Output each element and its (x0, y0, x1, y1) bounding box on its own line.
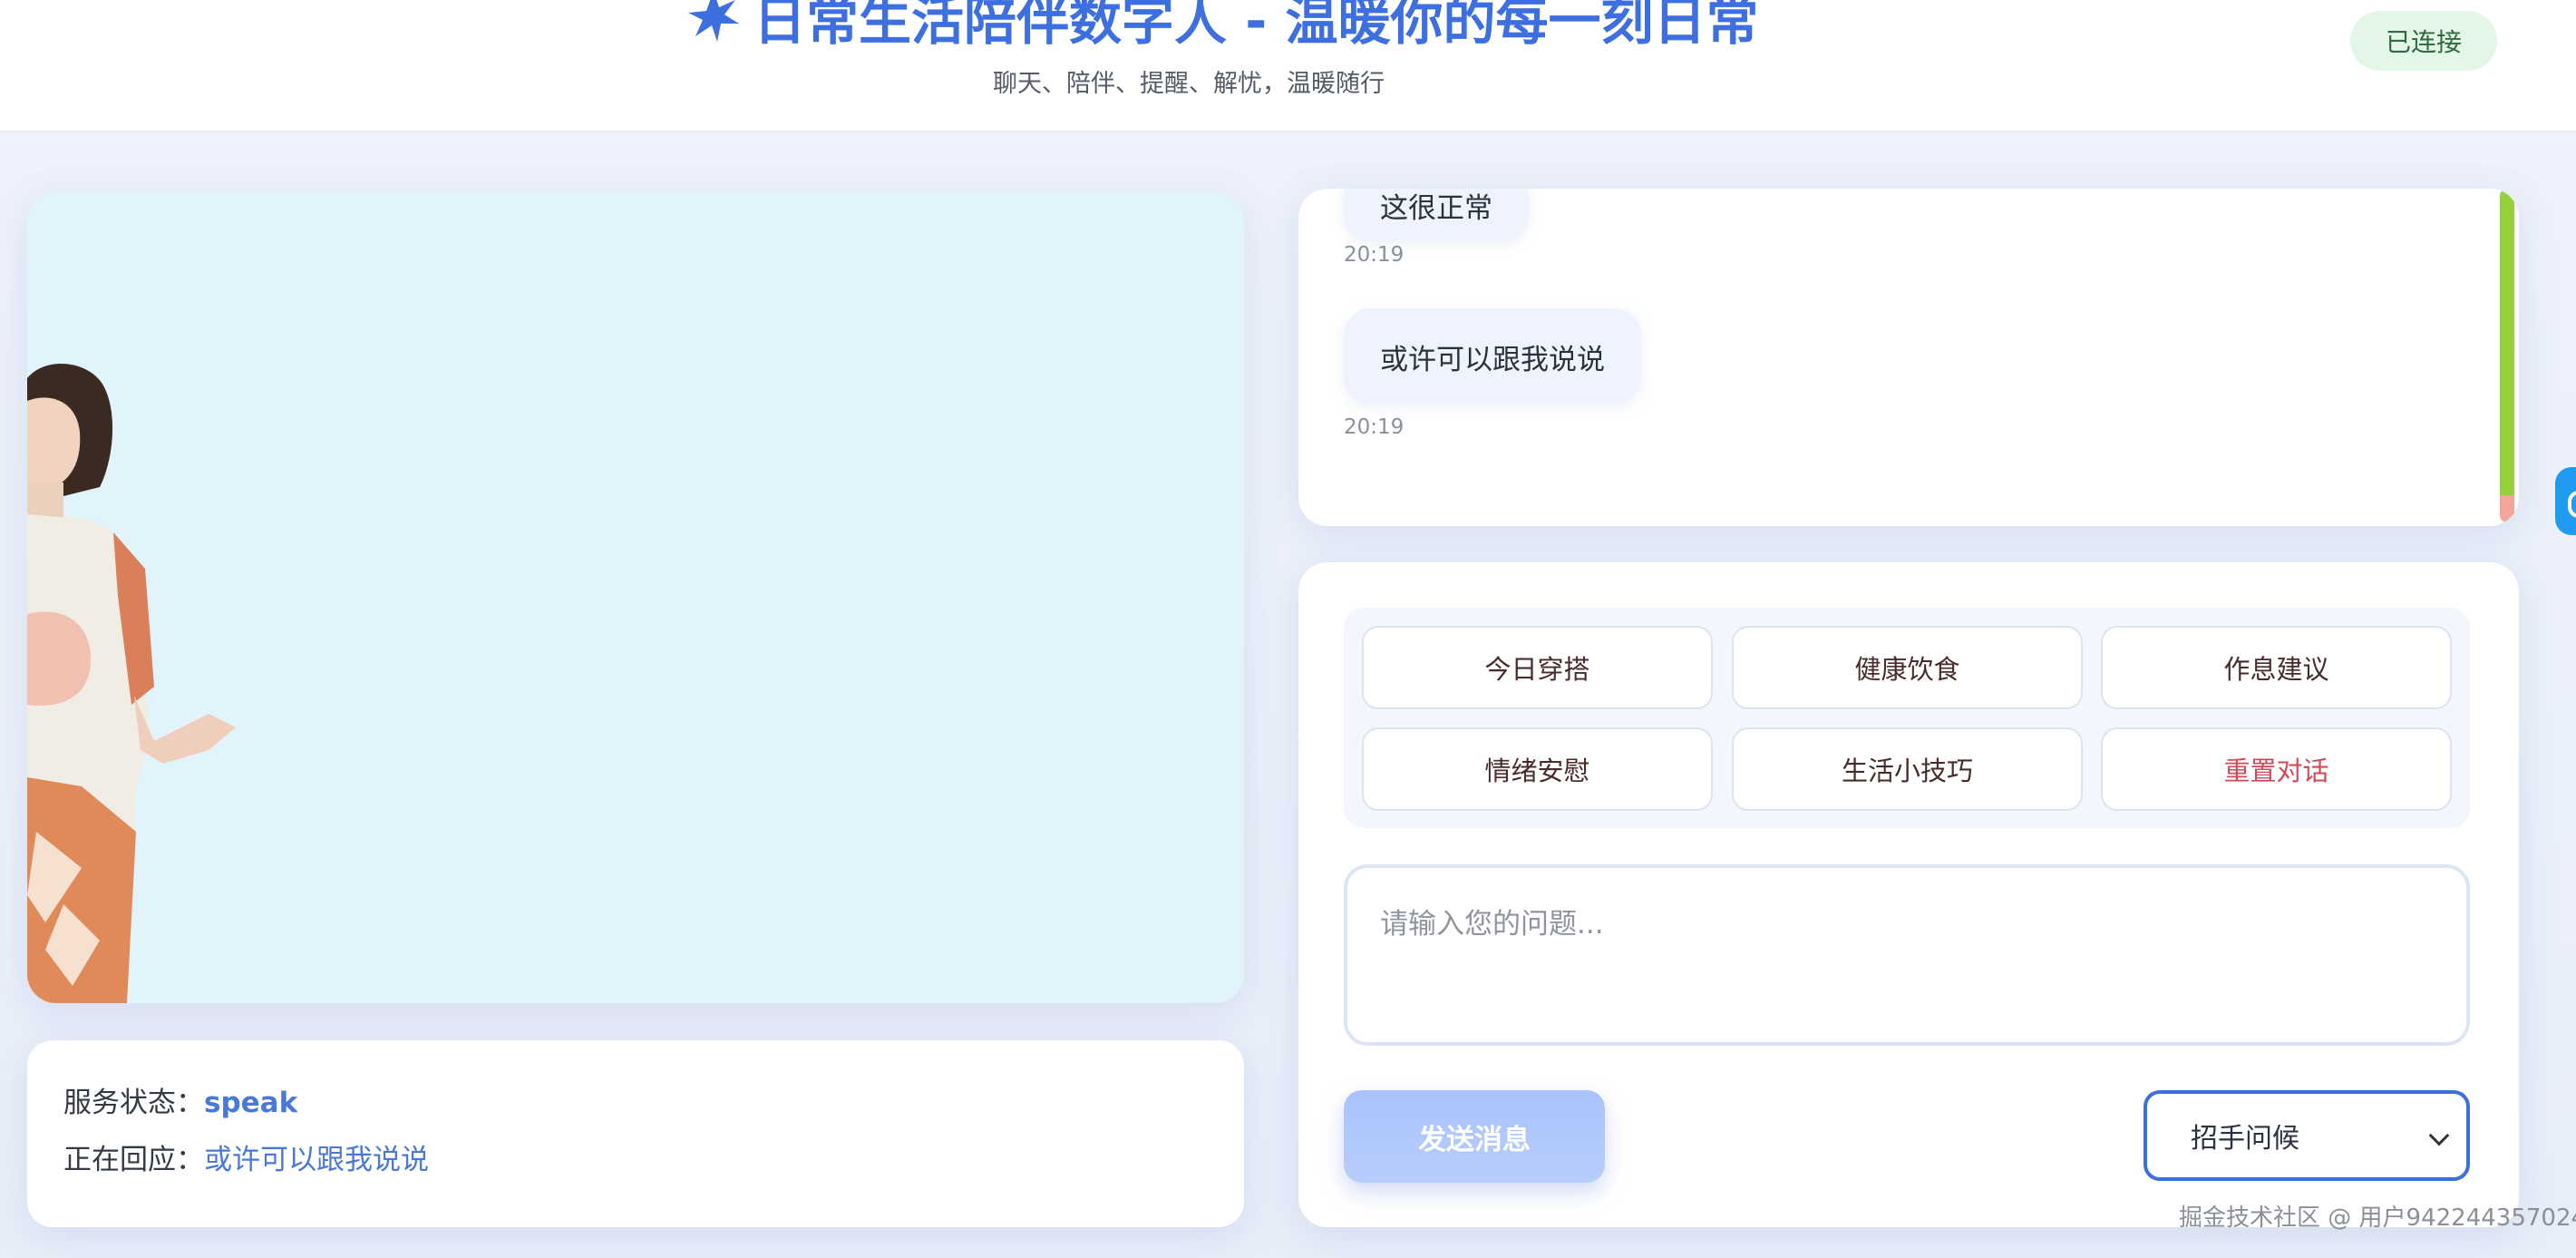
page-title: 日常生活陪伴数字人 - 温暖你的每一刻日常 (685, 0, 1758, 53)
current-reply-value: 或许可以跟我说说 (204, 1144, 429, 1176)
digital-human-avatar (27, 363, 236, 1003)
question-input[interactable] (1344, 864, 2470, 1046)
service-status-row: 服务状态：speak (63, 1079, 297, 1120)
chat-history-panel[interactable]: 这很正常 20:19 或许可以跟我说说 20:19 (1298, 189, 2519, 526)
chat-timestamp: 20:19 (1344, 415, 1405, 439)
gesture-select-value: 招手问候 (2191, 1123, 2299, 1155)
sparkle-icon (688, 0, 739, 42)
send-message-button[interactable]: 发送消息 (1344, 1090, 1605, 1183)
quick-actions: 今日穿搭 健康饮食 作息建议 情绪安慰 生活小技巧 重置对话 (1344, 608, 2470, 828)
current-reply-label: 正在回应： (63, 1144, 204, 1176)
chevron-down-icon (2428, 1125, 2450, 1146)
chat-timestamp: 20:19 (1344, 243, 1405, 267)
quick-button-tips[interactable]: 生活小技巧 (1732, 727, 2083, 811)
chat-scrollbar[interactable] (2500, 189, 2514, 526)
chat-bubble: 或许可以跟我说说 (1344, 308, 1641, 405)
chat-scrollbar-thumb[interactable] (2500, 189, 2514, 495)
digital-human-viewport (27, 192, 1244, 1003)
gesture-select[interactable]: 招手问候 (2143, 1090, 2470, 1181)
service-status-label: 服务状态： (63, 1087, 204, 1119)
current-reply-row: 正在回应：或许可以跟我说说 (63, 1136, 429, 1177)
control-panel: 今日穿搭 健康饮食 作息建议 情绪安慰 生活小技巧 重置对话 发送消息 招手问候 (1298, 562, 2519, 1227)
quick-button-schedule[interactable]: 作息建议 (2101, 626, 2452, 709)
quick-button-comfort[interactable]: 情绪安慰 (1362, 727, 1713, 811)
service-status-value: speak (204, 1087, 298, 1119)
quick-button-outfit[interactable]: 今日穿搭 (1362, 626, 1713, 709)
page-subtitle: 聊天、陪伴、提醒、解忧，温暖随行 (993, 70, 1385, 98)
header: 日常生活陪伴数字人 - 温暖你的每一刻日常 聊天、陪伴、提醒、解忧，温暖随行 已… (0, 0, 2576, 132)
app-page: 日常生活陪伴数字人 - 温暖你的每一刻日常 聊天、陪伴、提醒、解忧，温暖随行 已… (0, 0, 2576, 1258)
side-panel-toggle[interactable] (2555, 467, 2576, 535)
service-status-panel: 服务状态：speak 正在回应：或许可以跟我说说 (27, 1040, 1244, 1227)
chat-scrollbar-end (2500, 495, 2514, 522)
chat-bubble: 这很正常 (1344, 189, 1529, 241)
reset-conversation-button[interactable]: 重置对话 (2101, 727, 2452, 811)
connection-status-badge: 已连接 (2350, 11, 2497, 71)
watermark: 掘金技术社区 @ 用户942244357024 (2179, 1204, 2576, 1232)
quick-button-diet[interactable]: 健康饮食 (1732, 626, 2083, 709)
page-title-text: 日常生活陪伴数字人 - 温暖你的每一刻日常 (753, 0, 1759, 52)
